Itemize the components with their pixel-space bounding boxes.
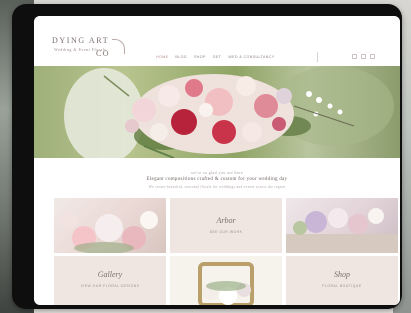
nav-wed-consultancy[interactable]: WED & CONSULTANCY [228, 55, 274, 59]
brand-name: DYING ART [52, 36, 110, 45]
intro-body: We create beautiful, seasonal florals fo… [148, 185, 286, 189]
nav-get[interactable]: GET [213, 55, 222, 59]
florals-image [60, 211, 158, 253]
tile-photo-frame[interactable] [170, 256, 282, 305]
tile-shop-sub: FLORAL BOUTIQUE [322, 284, 362, 288]
nav-home[interactable]: HOME [156, 55, 168, 59]
tile-gallery[interactable]: Gallery VIEW OUR FLORAL DESIGNS [54, 256, 166, 305]
logo-swash-icon [112, 39, 125, 54]
frame-florals-image [198, 262, 254, 305]
tile-photo-florals-right[interactable] [286, 198, 398, 253]
tile-shop-label: Shop [334, 270, 350, 279]
main-nav: HOME BLOG SHOP GET WED & CONSULTANCY [156, 55, 275, 59]
table-florals-image [286, 208, 398, 253]
nav-divider [317, 52, 318, 62]
tablet-device: DYING ART Wedding & Event Florals CO HOM… [12, 4, 402, 309]
tile-photo-florals-left[interactable] [54, 198, 166, 253]
hero-bouquet-image [34, 66, 400, 158]
social-links [352, 54, 375, 59]
tile-gallery-label: Gallery [97, 270, 123, 279]
site-header: DYING ART Wedding & Event Florals CO HOM… [34, 16, 400, 66]
brand-logo[interactable]: DYING ART Wedding & Event Florals CO [52, 36, 125, 64]
website-screen: DYING ART Wedding & Event Florals CO HOM… [34, 16, 400, 305]
instagram-icon[interactable] [352, 54, 357, 59]
tile-shop[interactable]: Shop FLORAL BOUTIQUE [286, 256, 398, 305]
intro-headline: Elegant compositions crafted & custom fo… [146, 177, 288, 182]
tile-about-sub: SEE OUR WORK [209, 230, 243, 234]
nav-blog[interactable]: BLOG [175, 55, 187, 59]
brand-co: CO [96, 49, 110, 58]
intro-section: we're so glad you are here Elegant compo… [34, 158, 400, 198]
pinterest-icon[interactable] [361, 54, 366, 59]
tile-gallery-sub: VIEW OUR FLORAL DESIGNS [80, 284, 140, 288]
facebook-icon[interactable] [370, 54, 375, 59]
nav-shop[interactable]: SHOP [194, 55, 206, 59]
tile-about-label: Arbor [216, 216, 236, 225]
tile-about[interactable]: Arbor SEE OUR WORK [170, 198, 282, 253]
intro-eyebrow: we're so glad you are here [190, 170, 244, 175]
